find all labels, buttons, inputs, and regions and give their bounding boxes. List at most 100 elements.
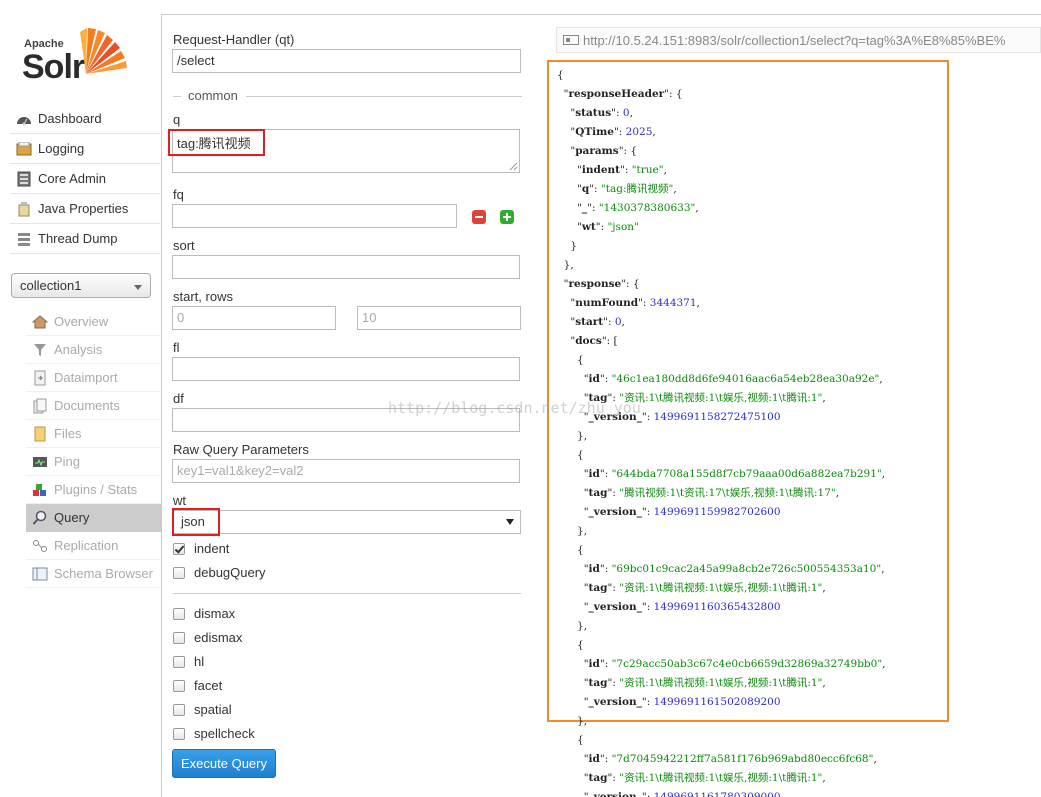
nav-java-properties[interactable]: Java Properties [10, 194, 160, 224]
main-nav: Dashboard Logging Core Admin Java Proper… [10, 104, 160, 254]
edismax-checkbox[interactable] [173, 631, 185, 644]
json-line: { [557, 449, 584, 461]
dismax-label: dismax [194, 606, 236, 621]
indent-option[interactable]: indent [173, 541, 229, 556]
fq-input[interactable] [172, 204, 457, 228]
spatial-checkbox[interactable] [173, 703, 185, 716]
core-selector[interactable]: collection1 [11, 273, 151, 298]
json-line: "QTime": 2025, [557, 126, 656, 138]
json-line: "_version_": 1499691161502089200 [557, 696, 781, 708]
core-nav-ping-label: Ping [54, 454, 81, 469]
nav-core-admin-label: Core Admin [38, 171, 106, 186]
start-input[interactable]: 0 [172, 306, 336, 330]
hl-checkbox[interactable] [173, 655, 185, 668]
dismax-option[interactable]: dismax [173, 606, 235, 621]
json-line: }, [557, 525, 588, 537]
core-nav-analysis-label: Analysis [54, 342, 103, 357]
core-admin-icon [16, 171, 32, 187]
df-label: df [173, 391, 184, 406]
url-icon [563, 35, 579, 45]
core-nav-overview-label: Overview [54, 314, 109, 329]
nav-dashboard-label: Dashboard [38, 111, 102, 126]
q-highlight-box [168, 129, 265, 156]
common-legend: common [188, 88, 238, 103]
request-url-link[interactable]: http://10.5.24.151:8983/solr/collection1… [583, 33, 1005, 48]
facet-option[interactable]: facet [173, 678, 222, 693]
wt-select[interactable]: json [172, 510, 521, 534]
add-fq-button[interactable] [500, 210, 514, 224]
watermark: http://blog.csdn.net/zhu_you [388, 399, 641, 417]
dismax-checkbox[interactable] [173, 607, 185, 620]
facet-checkbox[interactable] [173, 679, 185, 692]
query-icon [32, 510, 48, 526]
nav-core-admin[interactable]: Core Admin [10, 164, 160, 194]
logo-solr-text: Solr [22, 48, 85, 86]
core-nav-replication[interactable]: Replication [26, 532, 162, 560]
core-nav-analysis[interactable]: Analysis [26, 336, 162, 364]
core-selector-value: collection1 [20, 278, 82, 293]
dataimport-icon [32, 370, 48, 386]
core-nav-documents[interactable]: Documents [26, 392, 162, 420]
json-line: "wt": "json" [557, 221, 639, 233]
common-fieldset-line-right [246, 96, 522, 97]
overview-icon [32, 314, 48, 330]
spellcheck-option[interactable]: spellcheck [173, 726, 255, 741]
core-nav-files[interactable]: Files [26, 420, 162, 448]
resize-grip-icon[interactable] [509, 162, 518, 171]
debug-query-checkbox[interactable] [173, 566, 185, 579]
fq-label: fq [173, 187, 184, 202]
json-line: "docs": [ [557, 335, 618, 347]
core-nav-plugins-stats[interactable]: Plugins / Stats [26, 476, 162, 504]
request-url-bar[interactable]: http://10.5.24.151:8983/solr/collection1… [556, 27, 1041, 53]
core-nav-overview[interactable]: Overview [26, 308, 162, 336]
json-line: "q": "tag:腾讯视频", [557, 183, 677, 195]
spellcheck-label: spellcheck [194, 726, 255, 741]
spatial-option[interactable]: spatial [173, 702, 232, 717]
java-properties-icon [16, 201, 32, 217]
spatial-label: spatial [194, 702, 232, 717]
logging-icon [16, 141, 32, 157]
json-line: "id": "7c29acc50ab3c67c4e0cb6659d32869a3… [557, 658, 886, 670]
solr-logo[interactable]: Apache Solr [22, 22, 132, 86]
request-handler-input[interactable]: /select [172, 49, 521, 73]
edismax-option[interactable]: edismax [173, 630, 242, 645]
json-line: "tag": "资讯:1\t腾讯视频:1\t娱乐,视频:1\t腾讯:1", [557, 582, 826, 594]
core-nav-dataimport[interactable]: Dataimport [26, 364, 162, 392]
replication-icon [32, 538, 48, 554]
rows-input[interactable]: 10 [357, 306, 521, 330]
execute-query-button[interactable]: Execute Query [172, 749, 276, 778]
nav-thread-dump[interactable]: Thread Dump [10, 224, 160, 254]
json-line: "id": "644bda7708a155d8f7cb79aaa00d6a882… [557, 468, 886, 480]
core-nav-query[interactable]: Query [26, 504, 162, 532]
hl-option[interactable]: hl [173, 654, 204, 669]
fl-input[interactable] [172, 357, 520, 381]
files-icon [32, 426, 48, 442]
facet-label: facet [194, 678, 223, 693]
raw-query-input[interactable]: key1=val1&key2=val2 [172, 459, 520, 483]
indent-checkbox[interactable] [173, 542, 185, 555]
hl-label: hl [194, 654, 205, 669]
json-line: "responseHeader": { [557, 88, 683, 100]
nav-java-properties-label: Java Properties [38, 201, 129, 216]
documents-icon [32, 398, 48, 414]
nav-dashboard[interactable]: Dashboard [10, 104, 160, 134]
json-line: "id": "46c1ea180dd8d6fe94016aac6a54eb28e… [557, 373, 883, 385]
core-nav-ping[interactable]: Ping [26, 448, 162, 476]
json-line: "_": "1430378380633", [557, 202, 699, 214]
remove-fq-button[interactable] [472, 210, 486, 224]
json-line: { [557, 639, 584, 651]
json-line: "_version_": 1499691161780309000 [557, 791, 781, 797]
json-line: { [557, 69, 564, 81]
sort-input[interactable] [172, 255, 520, 279]
core-nav-plugins-stats-label: Plugins / Stats [54, 482, 138, 497]
json-line: "tag": "资讯:1\t腾讯视频:1\t娱乐,视频:1\t腾讯:1", [557, 677, 826, 689]
spellcheck-checkbox[interactable] [173, 727, 185, 740]
json-line: "id": "69bc01c9cac2a45a99a8cb2e726c50055… [557, 563, 885, 575]
debug-query-option[interactable]: debugQuery [173, 565, 266, 580]
nav-logging[interactable]: Logging [10, 134, 160, 164]
nav-logging-label: Logging [38, 141, 85, 156]
json-line: } [557, 240, 578, 252]
thread-dump-icon [16, 231, 32, 247]
dashboard-icon [16, 111, 32, 127]
core-nav-schema-browser[interactable]: Schema Browser [26, 560, 162, 588]
